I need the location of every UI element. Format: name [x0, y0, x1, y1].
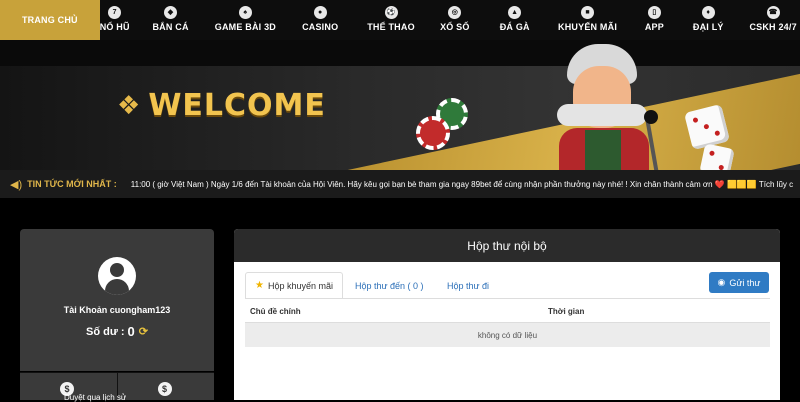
tabs-divider	[245, 298, 770, 299]
poker-chip-red-icon	[416, 116, 450, 150]
rooster-icon: ▲	[508, 6, 522, 19]
casino-icon: ●	[313, 6, 327, 19]
nav-item-casino[interactable]: ● CASINO	[295, 0, 345, 40]
welcome-banner: ❖ WELCOME	[0, 40, 800, 170]
gift-icon: ■	[581, 6, 595, 19]
welcome-diamond-icon: ❖	[117, 90, 141, 121]
nav-label: CASINO	[302, 22, 339, 32]
nav-label: CSKH 24/7	[749, 22, 797, 32]
account-panel	[20, 229, 214, 371]
money-hand-icon: $	[157, 382, 172, 396]
cards-icon: ♠	[238, 6, 252, 19]
fish-icon: ◆	[164, 6, 178, 19]
nav-item-game-bai[interactable]: ♠ GAME BÀI 3D	[206, 0, 286, 40]
column-header-time: Thời gian	[548, 307, 585, 316]
nav-item-khuyen-mai[interactable]: ■ KHUYẾN MÃI	[553, 0, 623, 40]
history-label: Duyệt qua lịch sử	[64, 393, 127, 402]
inbox-title: Hộp thư nội bộ	[234, 229, 780, 262]
chat-bubble-icon: ◉	[717, 277, 726, 287]
avatar-icon	[98, 257, 136, 295]
nav-label: APP	[644, 22, 664, 32]
mascot-illustration	[545, 44, 685, 170]
nav-label: BẮN CÁ	[152, 22, 189, 32]
news-text: 11:00 ( giờ Việt Nam ) Ngày 1/6 đến Tài …	[130, 179, 794, 189]
news-ticker: ◀) TIN TỨC MỚI NHẤT : 11:00 ( giờ Việt N…	[0, 170, 800, 198]
tab-label: Hộp thư đi	[447, 280, 490, 291]
lottery-icon: ◎	[448, 6, 462, 19]
nav-item-ban-ca[interactable]: ◆ BẮN CÁ	[142, 0, 200, 40]
column-header-subject: Chủ đề chính	[250, 307, 301, 316]
tab-label: Hộp thư đến ( 0 )	[355, 280, 424, 291]
history-button[interactable]: $	[118, 373, 215, 400]
nav-item-no-hu[interactable]: 7 NỔ HŨ	[100, 0, 130, 40]
balance-label: Số dư :	[86, 325, 125, 338]
account-name: Tài Khoản cuongham123	[63, 305, 171, 315]
nav-label: ĐẠI LÝ	[692, 22, 724, 32]
nav-label: KHUYẾN MÃI	[558, 22, 618, 32]
star-icon: ★	[255, 280, 264, 291]
tab-inbox[interactable]: Hộp thư đến ( 0 )	[346, 272, 433, 299]
welcome-text: WELCOME	[148, 88, 326, 123]
nav-label: XỔ SỐ	[440, 22, 470, 32]
nav-item-da-ga[interactable]: ▲ ĐÁ GÀ	[495, 0, 535, 40]
send-mail-button[interactable]: ◉ Gửi thư	[709, 272, 769, 293]
inbox-panel: Hộp thư nội bộ ★ Hộp khuyến mãi Hộp thư …	[234, 229, 780, 400]
nav-item-the-thao[interactable]: ⚽ THỂ THAO	[361, 0, 421, 40]
account-balance: Số dư : 0 ⟳	[0, 324, 234, 339]
nav-label: NỔ HŨ	[99, 22, 130, 32]
top-nav: TRANG CHỦ 7 NỔ HŨ ◆ BẮN CÁ ♠ GAME BÀI 3D…	[0, 0, 800, 40]
welcome-heading: ❖ WELCOME	[117, 88, 326, 123]
empty-table-row: không có dữ liệu	[245, 323, 770, 347]
app-icon: ▯	[647, 6, 661, 19]
support-icon: ☎	[766, 6, 780, 19]
mascot-mustache	[557, 104, 647, 126]
nav-label: THỂ THAO	[367, 22, 415, 32]
tab-label: Hộp khuyến mãi	[267, 280, 334, 291]
cane-knob	[644, 110, 658, 124]
nav-item-dai-ly[interactable]: ♦ ĐẠI LÝ	[688, 0, 728, 40]
megaphone-icon: ◀)	[10, 178, 23, 191]
nav-item-home[interactable]: TRANG CHỦ	[0, 0, 100, 40]
tab-promotions[interactable]: ★ Hộp khuyến mãi	[245, 272, 344, 299]
sports-icon: ⚽	[384, 6, 398, 19]
mascot-vest	[585, 130, 621, 170]
tab-sent[interactable]: Hộp thư đi	[438, 272, 498, 299]
nav-item-xo-so[interactable]: ◎ XỔ SỐ	[435, 0, 475, 40]
send-label: Gửi thư	[729, 277, 761, 288]
nav-label: ĐÁ GÀ	[499, 22, 530, 32]
nav-label: GAME BÀI 3D	[214, 22, 276, 32]
refresh-icon[interactable]: ⟳	[139, 325, 148, 338]
nav-item-cskh[interactable]: ☎ CSKH 24/7	[746, 0, 800, 40]
nav-label: TRANG CHỦ	[21, 15, 78, 25]
agent-icon: ♦	[701, 6, 715, 19]
news-label: TIN TỨC MỚI NHẤT :	[27, 179, 117, 189]
slot-icon: 7	[108, 6, 122, 19]
balance-value: 0	[127, 324, 135, 339]
nav-item-app[interactable]: ▯ APP	[636, 0, 672, 40]
